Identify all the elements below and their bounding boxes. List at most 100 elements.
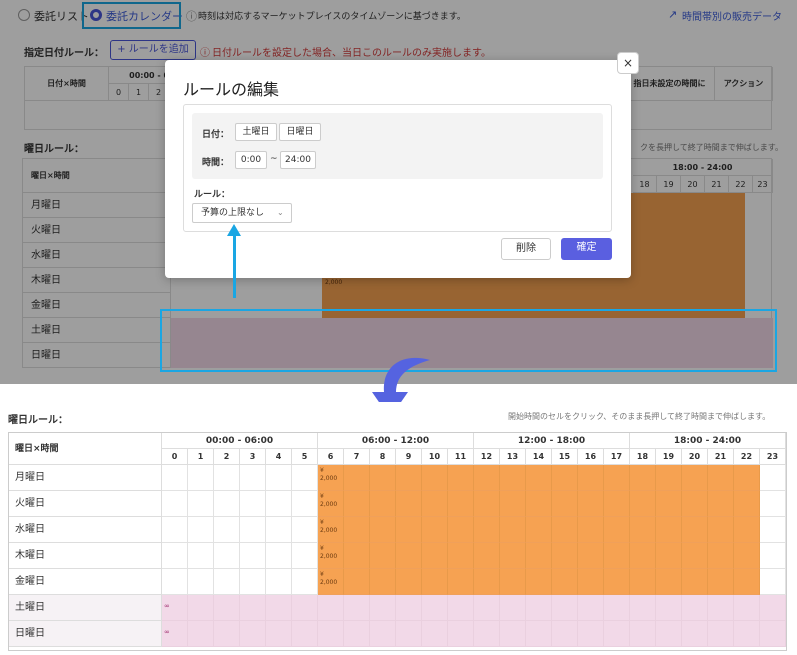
hour-cell[interactable] bbox=[604, 517, 630, 543]
hour-cell[interactable] bbox=[578, 621, 604, 647]
hour-cell[interactable] bbox=[760, 465, 786, 491]
hour-cell[interactable] bbox=[188, 595, 214, 621]
hour-cell[interactable] bbox=[162, 517, 188, 543]
hour-cell[interactable] bbox=[526, 543, 552, 569]
hour-cell[interactable] bbox=[630, 595, 656, 621]
hour-cell[interactable] bbox=[396, 543, 422, 569]
hour-cell[interactable] bbox=[370, 569, 396, 595]
hour-cell[interactable] bbox=[630, 543, 656, 569]
hour-cell[interactable] bbox=[370, 621, 396, 647]
hour-cell[interactable]: ¥ 2,000 bbox=[318, 543, 344, 569]
hour-cell[interactable] bbox=[604, 621, 630, 647]
hour-cell[interactable] bbox=[630, 517, 656, 543]
hour-cell[interactable] bbox=[552, 543, 578, 569]
hour-cell[interactable]: ¥ 2,000 bbox=[318, 465, 344, 491]
hour-cell[interactable] bbox=[552, 621, 578, 647]
hour-cell[interactable] bbox=[526, 491, 552, 517]
hour-cell[interactable] bbox=[448, 543, 474, 569]
hour-cell[interactable]: ∞ bbox=[162, 595, 188, 621]
hour-cell[interactable] bbox=[318, 595, 344, 621]
hour-cell[interactable] bbox=[448, 465, 474, 491]
hour-cell[interactable] bbox=[500, 621, 526, 647]
hour-cell[interactable] bbox=[422, 543, 448, 569]
hour-cell[interactable] bbox=[734, 517, 760, 543]
hour-cell[interactable] bbox=[708, 465, 734, 491]
rule-select[interactable]: 予算の上限なし ⌄ bbox=[192, 203, 292, 223]
hour-cell[interactable] bbox=[656, 621, 682, 647]
hour-cell[interactable] bbox=[656, 569, 682, 595]
hour-cell[interactable] bbox=[552, 595, 578, 621]
hour-cell[interactable] bbox=[214, 543, 240, 569]
hour-cell[interactable] bbox=[422, 621, 448, 647]
hour-cell[interactable] bbox=[500, 569, 526, 595]
hour-cell[interactable] bbox=[760, 595, 786, 621]
hour-cell[interactable] bbox=[240, 621, 266, 647]
hour-cell[interactable] bbox=[344, 569, 370, 595]
hour-cell[interactable] bbox=[266, 517, 292, 543]
hour-cell[interactable] bbox=[474, 491, 500, 517]
hour-cell[interactable]: ¥ 2,000 bbox=[318, 491, 344, 517]
hour-cell[interactable] bbox=[344, 595, 370, 621]
hour-cell[interactable] bbox=[760, 543, 786, 569]
hour-cell[interactable] bbox=[682, 491, 708, 517]
hour-cell[interactable] bbox=[526, 621, 552, 647]
hour-cell[interactable] bbox=[396, 465, 422, 491]
hour-cell[interactable] bbox=[630, 465, 656, 491]
hour-cell[interactable] bbox=[708, 543, 734, 569]
hour-cell[interactable] bbox=[500, 465, 526, 491]
hour-cell[interactable] bbox=[214, 621, 240, 647]
hour-cell[interactable] bbox=[474, 621, 500, 647]
hour-cell[interactable] bbox=[760, 491, 786, 517]
hour-cell[interactable] bbox=[214, 465, 240, 491]
close-icon[interactable]: × bbox=[617, 52, 639, 74]
hour-cell[interactable] bbox=[578, 491, 604, 517]
hour-cell[interactable] bbox=[500, 543, 526, 569]
hour-cell[interactable] bbox=[604, 491, 630, 517]
hour-cell[interactable] bbox=[604, 465, 630, 491]
hour-cell[interactable] bbox=[214, 569, 240, 595]
hour-cell[interactable] bbox=[448, 569, 474, 595]
hour-cell[interactable] bbox=[344, 465, 370, 491]
hour-cell[interactable] bbox=[656, 465, 682, 491]
hour-cell[interactable] bbox=[578, 465, 604, 491]
hour-cell[interactable] bbox=[240, 491, 266, 517]
hour-cell[interactable] bbox=[708, 595, 734, 621]
hour-cell[interactable] bbox=[266, 621, 292, 647]
hour-cell[interactable] bbox=[474, 569, 500, 595]
hour-cell[interactable] bbox=[370, 543, 396, 569]
hour-cell[interactable] bbox=[292, 543, 318, 569]
time-end-input[interactable]: 24:00 bbox=[280, 151, 316, 169]
date-tag-saturday[interactable]: 土曜日 bbox=[235, 123, 277, 141]
hour-cell[interactable] bbox=[318, 621, 344, 647]
hour-cell[interactable] bbox=[162, 569, 188, 595]
hour-cell[interactable] bbox=[240, 465, 266, 491]
hour-cell[interactable] bbox=[708, 491, 734, 517]
hour-cell[interactable] bbox=[266, 543, 292, 569]
hour-cell[interactable] bbox=[292, 595, 318, 621]
hour-cell[interactable] bbox=[682, 569, 708, 595]
hour-cell[interactable] bbox=[604, 543, 630, 569]
hour-cell[interactable] bbox=[682, 543, 708, 569]
hour-cell[interactable] bbox=[500, 517, 526, 543]
hour-cell[interactable] bbox=[214, 595, 240, 621]
hour-cell[interactable] bbox=[344, 491, 370, 517]
hour-cell[interactable] bbox=[474, 543, 500, 569]
hour-cell[interactable] bbox=[448, 595, 474, 621]
hour-cell[interactable] bbox=[760, 517, 786, 543]
hour-cell[interactable] bbox=[578, 517, 604, 543]
hour-cell[interactable] bbox=[188, 569, 214, 595]
hour-cell[interactable] bbox=[214, 491, 240, 517]
hour-cell[interactable] bbox=[188, 621, 214, 647]
hour-cell[interactable] bbox=[344, 517, 370, 543]
hour-cell[interactable] bbox=[682, 595, 708, 621]
hour-cell[interactable] bbox=[682, 465, 708, 491]
hour-cell[interactable] bbox=[396, 595, 422, 621]
date-tag-sunday[interactable]: 日曜日 bbox=[279, 123, 321, 141]
hour-cell[interactable] bbox=[422, 569, 448, 595]
hour-cell[interactable] bbox=[552, 465, 578, 491]
hour-cell[interactable] bbox=[682, 621, 708, 647]
hour-cell[interactable] bbox=[292, 465, 318, 491]
hour-cell[interactable] bbox=[344, 543, 370, 569]
hour-cell[interactable] bbox=[162, 543, 188, 569]
hour-cell[interactable] bbox=[448, 621, 474, 647]
